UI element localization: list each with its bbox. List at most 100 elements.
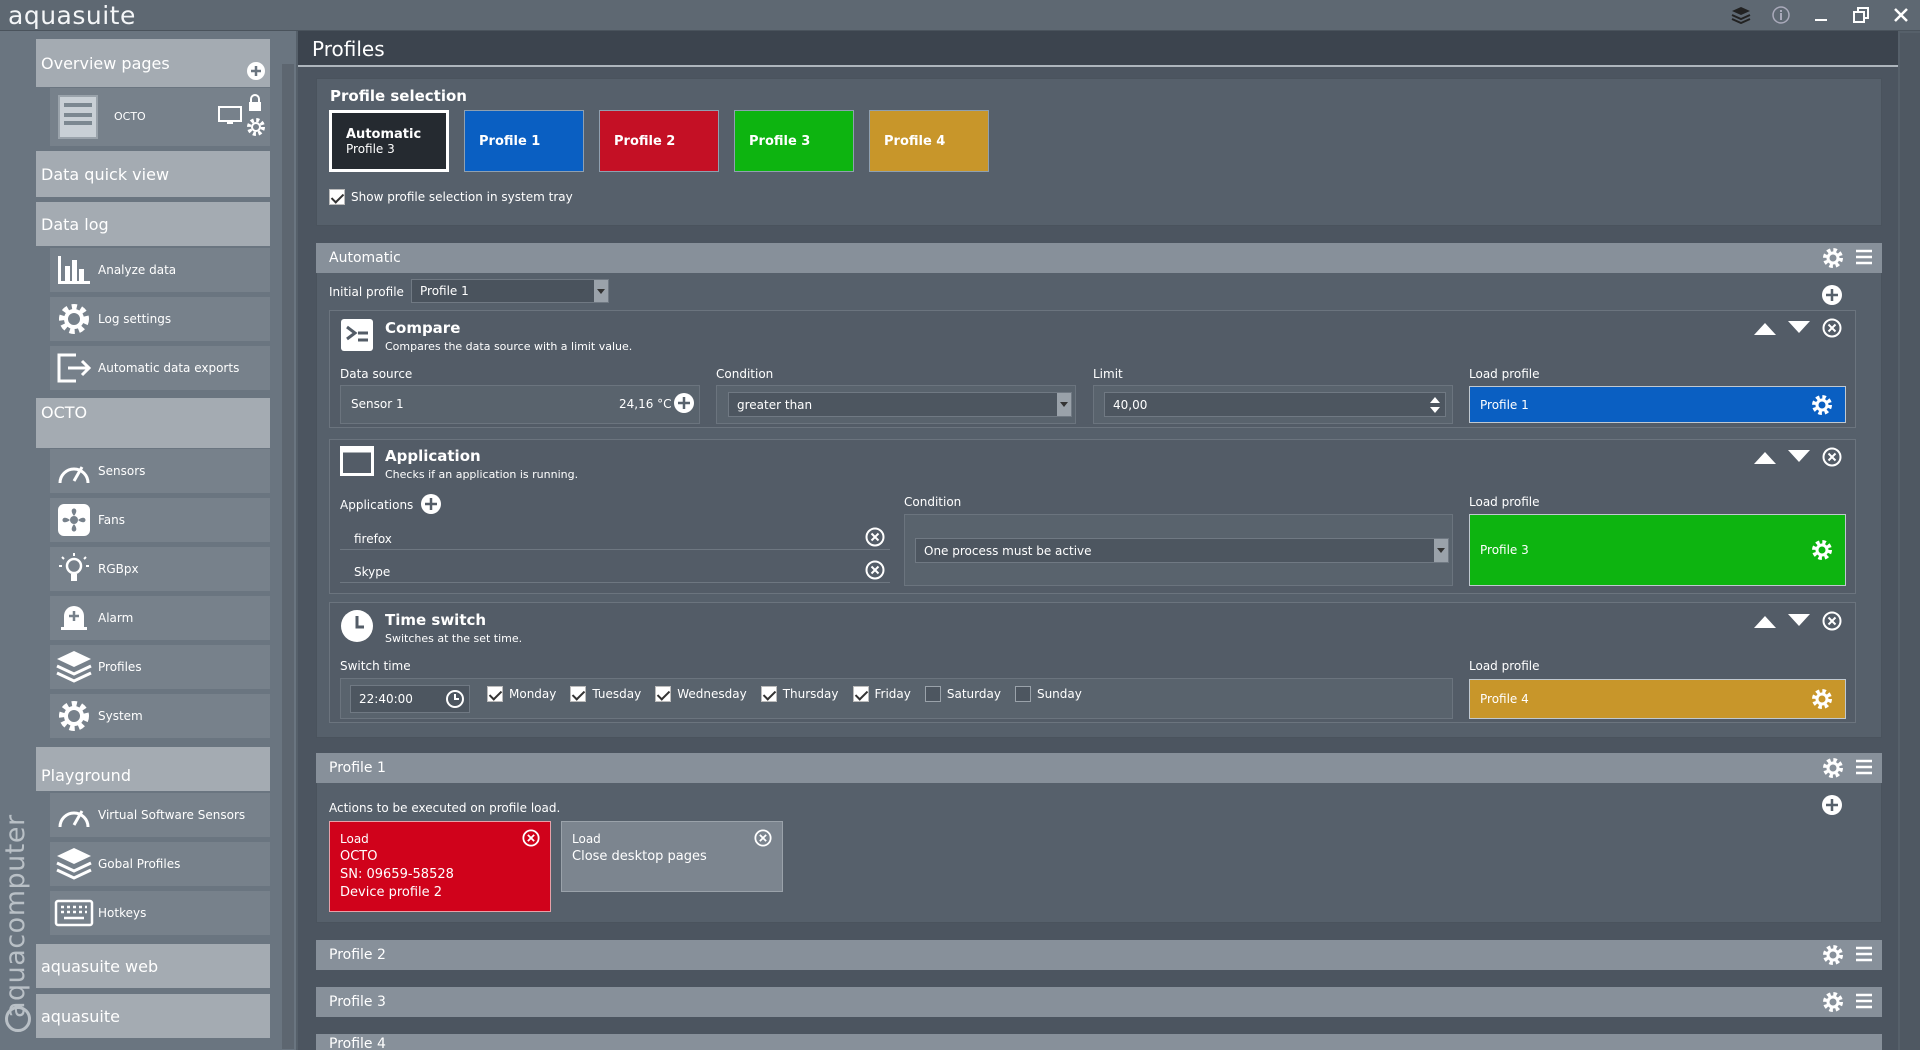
chevron-down-icon[interactable] bbox=[594, 280, 608, 302]
automatic-panel-header[interactable]: Automatic bbox=[316, 243, 1882, 273]
profile-1-button[interactable]: Profile 1 bbox=[464, 110, 584, 172]
gear-icon[interactable] bbox=[1822, 247, 1844, 269]
minimize-icon[interactable] bbox=[1810, 4, 1832, 26]
gear-icon[interactable] bbox=[1822, 944, 1844, 966]
monitor-icon[interactable] bbox=[218, 106, 242, 126]
remove-icon[interactable] bbox=[1822, 447, 1842, 467]
profile-3-button[interactable]: Profile 3 bbox=[734, 110, 854, 172]
action-card-load-device[interactable]: Load OCTO SN: 09659-58528 Device profile… bbox=[329, 821, 551, 912]
move-down-icon[interactable] bbox=[1788, 614, 1810, 628]
gear-icon[interactable] bbox=[1811, 394, 1833, 416]
restore-icon[interactable] bbox=[1850, 4, 1872, 26]
move-up-icon[interactable] bbox=[1754, 321, 1776, 335]
gear-icon[interactable] bbox=[1811, 539, 1833, 561]
sidebar-item-alarm[interactable]: Alarm bbox=[50, 596, 270, 640]
info-icon[interactable] bbox=[1770, 4, 1792, 26]
time-switch-load-profile[interactable]: Profile 4 bbox=[1469, 679, 1846, 719]
application-condition-select[interactable]: One process must be active bbox=[915, 538, 1449, 563]
sidebar-overview-pages[interactable]: Overview pages bbox=[36, 39, 270, 87]
move-up-icon[interactable] bbox=[1754, 614, 1776, 628]
tray-checkbox[interactable]: Show profile selection in system tray bbox=[329, 189, 573, 205]
load-profile-value: Profile 3 bbox=[1480, 543, 1529, 557]
sidebar-aquasuite-web[interactable]: aquasuite web bbox=[36, 944, 270, 988]
add-page-icon[interactable] bbox=[246, 61, 266, 81]
chevron-down-icon[interactable] bbox=[1434, 539, 1448, 562]
profile-2-button[interactable]: Profile 2 bbox=[599, 110, 719, 172]
sidebar-item-sensors[interactable]: Sensors bbox=[50, 449, 270, 493]
limit-input[interactable]: 40,00 bbox=[1104, 392, 1446, 417]
move-down-icon[interactable] bbox=[1788, 450, 1810, 464]
sidebar-item-hotkeys[interactable]: Hotkeys bbox=[50, 891, 270, 935]
checkbox-icon[interactable] bbox=[329, 189, 345, 205]
checkbox-wednesday[interactable]: Wednesday bbox=[655, 686, 747, 702]
application-condition-label: Condition bbox=[904, 495, 962, 509]
remove-icon[interactable] bbox=[865, 560, 885, 580]
sidebar-octo-section[interactable]: OCTO bbox=[36, 398, 270, 448]
profile-1-panel-header[interactable]: Profile 1 bbox=[316, 753, 1882, 783]
menu-icon[interactable] bbox=[1854, 991, 1874, 1013]
profile-3-panel-header[interactable]: Profile 3 bbox=[316, 987, 1882, 1017]
sidebar-playground[interactable]: Playground bbox=[36, 747, 270, 791]
add-action-icon[interactable] bbox=[1821, 794, 1843, 816]
checkbox-sunday[interactable]: Sunday bbox=[1014, 686, 1082, 702]
checkbox-monday[interactable]: Monday bbox=[487, 686, 556, 702]
spinner-icon[interactable] bbox=[1429, 395, 1441, 415]
checkbox-thursday[interactable]: Thursday bbox=[760, 686, 839, 702]
action-card-close-desktop-pages[interactable]: Load Close desktop pages bbox=[561, 821, 783, 892]
chevron-down-icon[interactable] bbox=[1057, 393, 1071, 416]
remove-icon[interactable] bbox=[1822, 318, 1842, 338]
condition-select[interactable]: greater than bbox=[728, 392, 1072, 417]
sidebar-scrollbar[interactable] bbox=[282, 64, 294, 1049]
data-source-value[interactable]: Sensor 1 bbox=[351, 397, 404, 411]
add-source-icon[interactable] bbox=[673, 392, 695, 414]
sidebar-item-analyze-data[interactable]: Analyze data bbox=[50, 248, 270, 292]
checkbox-tuesday[interactable]: Tuesday bbox=[570, 686, 641, 702]
clock-icon[interactable] bbox=[445, 689, 465, 709]
time-input[interactable]: 22:40:00 bbox=[350, 685, 470, 713]
menu-icon[interactable] bbox=[1854, 944, 1874, 966]
close-icon[interactable] bbox=[1890, 4, 1912, 26]
move-down-icon[interactable] bbox=[1788, 321, 1810, 335]
sidebar-item-automatic-data-exports[interactable]: Automatic data exports bbox=[50, 346, 270, 390]
layers-icon[interactable] bbox=[1730, 4, 1752, 26]
menu-icon[interactable] bbox=[1854, 247, 1874, 269]
main-scrollbar[interactable] bbox=[1900, 33, 1920, 1050]
checkbox-friday[interactable]: Friday bbox=[852, 686, 911, 702]
sidebar-aquasuite[interactable]: aquasuite bbox=[36, 994, 270, 1038]
application-list-item[interactable]: firefox bbox=[340, 524, 890, 550]
sidebar-item-fans[interactable]: Fans bbox=[50, 498, 270, 542]
load-profile-value: Profile 1 bbox=[1480, 397, 1529, 412]
sidebar-item-virtual-software-sensors[interactable]: Virtual Software Sensors bbox=[50, 793, 270, 837]
profile-4-panel-header[interactable]: Profile 4 bbox=[316, 1034, 1882, 1050]
gear-icon[interactable] bbox=[1822, 991, 1844, 1013]
remove-icon[interactable] bbox=[865, 527, 885, 547]
remove-icon[interactable] bbox=[754, 829, 772, 847]
automatic-profile-button[interactable]: Automatic Profile 3 bbox=[329, 110, 449, 172]
compare-load-profile[interactable]: Profile 1 bbox=[1469, 386, 1846, 423]
remove-icon[interactable] bbox=[1822, 611, 1842, 631]
gear-icon[interactable] bbox=[1811, 688, 1833, 710]
application-list-item[interactable]: Skype bbox=[340, 557, 890, 583]
sidebar-item-rgbpx[interactable]: RGBpx bbox=[50, 547, 270, 591]
application-load-profile[interactable]: Profile 3 bbox=[1469, 514, 1846, 586]
checkbox-saturday[interactable]: Saturday bbox=[924, 686, 1001, 702]
initial-profile-select[interactable]: Profile 1 bbox=[411, 279, 609, 303]
sidebar-data-log[interactable]: Data log bbox=[36, 202, 270, 246]
action-serial: SN: 09659-58528 bbox=[340, 867, 454, 882]
sidebar-item-system[interactable]: System bbox=[50, 694, 270, 738]
menu-icon[interactable] bbox=[1854, 757, 1874, 779]
remove-icon[interactable] bbox=[522, 829, 540, 847]
gear-icon[interactable] bbox=[1822, 757, 1844, 779]
profile-4-button[interactable]: Profile 4 bbox=[869, 110, 989, 172]
device-settings-icon[interactable] bbox=[246, 117, 266, 137]
sidebar-data-quick-view[interactable]: Data quick view bbox=[36, 151, 270, 197]
move-up-icon[interactable] bbox=[1754, 450, 1776, 464]
sidebar-item-global-profiles[interactable]: Gobal Profiles bbox=[50, 842, 270, 886]
add-application-icon[interactable] bbox=[420, 493, 442, 515]
add-condition-icon[interactable] bbox=[1821, 284, 1843, 306]
sidebar-item-profiles[interactable]: Profiles bbox=[50, 645, 270, 689]
sidebar-item-log-settings[interactable]: Log settings bbox=[50, 297, 270, 341]
lock-icon[interactable] bbox=[248, 94, 262, 112]
profile-2-panel-header[interactable]: Profile 2 bbox=[316, 940, 1882, 970]
sidebar-device-octo[interactable]: OCTO bbox=[50, 88, 270, 146]
